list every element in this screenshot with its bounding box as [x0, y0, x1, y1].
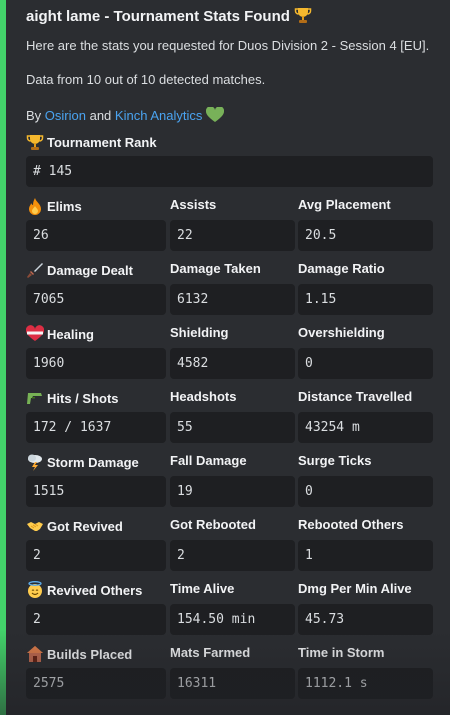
field-value-damage-dealt: 7065	[26, 284, 166, 315]
handshake-icon	[26, 517, 44, 535]
field-label-healing: Healing	[26, 325, 94, 343]
field-label-builds-placed: Builds Placed	[26, 645, 132, 663]
halo-face-icon	[26, 581, 44, 599]
field-label-headshots: Headshots	[170, 389, 237, 404]
embed-title-text: aight lame - Tournament Stats Found	[26, 8, 290, 25]
embed-title: aight lame - Tournament Stats Found	[26, 6, 312, 28]
field-label-rebooted-others: Rebooted Others	[298, 517, 404, 532]
field-value-overshielding: 0	[298, 348, 433, 379]
trophy-icon	[294, 6, 312, 28]
field-label-shielding: Shielding	[170, 325, 229, 340]
field-label-avg-placement: Avg Placement	[298, 197, 391, 212]
description-request: Here are the stats you requested for Duo…	[26, 38, 430, 53]
field-label-revived-others: Revived Others	[26, 581, 142, 599]
field-value-hits-shots: 172 / 1637	[26, 412, 166, 443]
credits-and: and	[85, 108, 115, 123]
field-label-time-in-storm: Time in Storm	[298, 645, 385, 660]
field-value-mats-farmed: 16311	[170, 668, 295, 699]
description-matches: Data from 10 out of 10 detected matches.	[26, 72, 266, 87]
field-label-damage-ratio: Damage Ratio	[298, 261, 385, 276]
credits-prefix: By	[26, 108, 45, 123]
field-label-text: Got Revived	[47, 518, 123, 534]
field-value-avg-placement: 20.5	[298, 220, 433, 251]
field-label-damage-taken: Damage Taken	[170, 261, 261, 276]
field-label-damage-dealt: Damage Dealt	[26, 261, 133, 279]
description-credits: By Osirion and Kinch Analytics	[26, 106, 225, 126]
field-label-text: Storm Damage	[47, 454, 139, 470]
field-label-mats-farmed: Mats Farmed	[170, 645, 251, 660]
field-value-builds-placed: 2575	[26, 668, 166, 699]
field-label-text: Tournament Rank	[47, 134, 157, 150]
water-pistol-icon	[26, 389, 44, 407]
dagger-icon	[26, 261, 44, 279]
stats-embed: aight lame - Tournament Stats Found Here…	[0, 0, 450, 715]
field-label-text: Healing	[47, 326, 94, 342]
field-label-time-alive: Time Alive	[170, 581, 235, 596]
field-value-headshots: 55	[170, 412, 295, 443]
author-link-osirion[interactable]: Osirion	[45, 108, 86, 123]
field-label-assists: Assists	[170, 197, 217, 212]
field-label-distance-travelled: Distance Travelled	[298, 389, 413, 404]
trophy-icon	[26, 133, 44, 151]
field-label-overshielding: Overshielding	[298, 325, 385, 340]
mending-heart-icon	[26, 325, 44, 343]
green-heart-icon	[205, 106, 225, 126]
field-value-time-in-storm: 1112.1 s	[298, 668, 433, 699]
field-value-healing: 1960	[26, 348, 166, 379]
field-label-text: Builds Placed	[47, 646, 133, 662]
field-label-surge-ticks: Surge Ticks	[298, 453, 372, 468]
field-label-got-revived: Got Revived	[26, 517, 123, 535]
field-label-fall-damage: Fall Damage	[170, 453, 247, 468]
field-value-rank: # 145	[26, 156, 433, 187]
field-value-surge-ticks: 0	[298, 476, 433, 507]
field-value-shielding: 4582	[170, 348, 295, 379]
field-value-rebooted-others: 1	[298, 540, 433, 571]
field-label-got-rebooted: Got Rebooted	[170, 517, 256, 532]
field-label-storm-damage: Storm Damage	[26, 453, 139, 471]
field-value-revived-others: 2	[26, 604, 166, 635]
field-label-hits-shots: Hits / Shots	[26, 389, 119, 407]
storm-cloud-icon	[26, 453, 44, 471]
field-value-distance-travelled: 43254 m	[298, 412, 433, 443]
fire-icon	[26, 197, 44, 215]
field-label-text: Elims	[47, 198, 82, 214]
field-value-damage-ratio: 1.15	[298, 284, 433, 315]
field-label-text: Damage Dealt	[47, 262, 133, 278]
field-value-got-revived: 2	[26, 540, 166, 571]
field-value-damage-taken: 6132	[170, 284, 295, 315]
field-value-dmg-per-min-alive: 45.73	[298, 604, 433, 635]
field-value-storm-damage: 1515	[26, 476, 166, 507]
author-link-kinch[interactable]: Kinch Analytics	[115, 108, 202, 123]
field-value-time-alive: 154.50 min	[170, 604, 295, 635]
field-label-dmg-per-min-alive: Dmg Per Min Alive	[298, 581, 412, 596]
field-label-elims: Elims	[26, 197, 82, 215]
field-value-fall-damage: 19	[170, 476, 295, 507]
field-label-text: Revived Others	[47, 582, 143, 598]
field-value-assists: 22	[170, 220, 295, 251]
field-label-rank: Tournament Rank	[26, 133, 157, 151]
field-label-text: Hits / Shots	[47, 390, 119, 406]
house-icon	[26, 645, 44, 663]
field-value-elims: 26	[26, 220, 166, 251]
field-value-got-rebooted: 2	[170, 540, 295, 571]
